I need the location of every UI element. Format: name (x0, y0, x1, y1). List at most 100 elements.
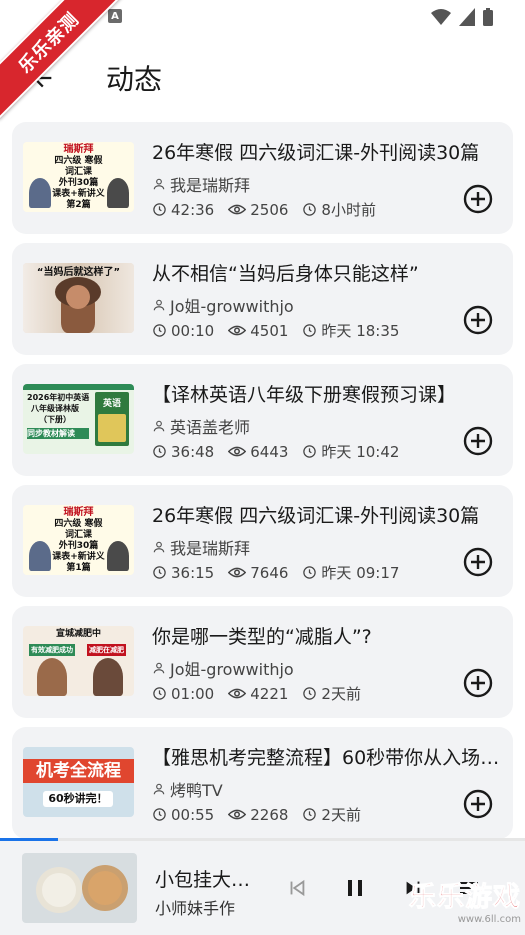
duration: 01:00 (171, 684, 215, 703)
author-name: Jo姐-growwithjo (170, 660, 294, 679)
thumb-text: 八年级译林版 (31, 404, 79, 413)
thumb-subtitle: 60秒讲完！ (43, 791, 113, 807)
add-button[interactable] (463, 789, 493, 819)
wifi-icon (431, 9, 451, 25)
feed-card[interactable]: 宣城减肥中 有效减肥成功 减肥在减肥 你是哪一类型的“减脂人”? Jo姐-gro… (12, 606, 513, 718)
feed-card[interactable]: 2026年初中英语 八年级译林版 （下册） 同步教材解读 英语 【译林英语八年级… (12, 364, 513, 476)
author[interactable]: 我是瑞斯拜 (152, 535, 250, 559)
author-name: 我是瑞斯拜 (170, 539, 251, 558)
status-right-icons (431, 8, 493, 26)
view-count: 2506 (250, 200, 289, 219)
video-thumbnail[interactable]: “当妈后就这样了” (23, 263, 134, 333)
video-meta: 01:00 4221 2天前 (152, 683, 375, 704)
video-thumbnail[interactable]: 2026年初中英语 八年级译林版 （下册） 同步教材解读 英语 (23, 384, 134, 454)
pause-button[interactable] (338, 871, 372, 905)
duration: 36:15 (171, 563, 215, 582)
video-title[interactable]: 【雅思机考完整流程】60秒带你从入场到离场 (152, 743, 502, 770)
player-thumbnail[interactable] (22, 853, 137, 923)
thumb-person (93, 658, 123, 696)
video-title[interactable]: 26年寒假 四六级词汇课-外刊阅读30篇 (152, 138, 502, 165)
thumb-person (37, 658, 67, 696)
video-thumbnail[interactable]: 瑞斯拜 四六级 寒假 词汇课 外刊30篇 课表+新讲义 第1篇 (23, 505, 134, 575)
add-button[interactable] (463, 668, 493, 698)
thumb-person (107, 178, 129, 208)
add-circle-icon (463, 426, 493, 456)
header: 动态 (0, 50, 525, 106)
view-count: 6443 (250, 442, 289, 461)
eye-icon (228, 446, 247, 457)
view-count: 4501 (250, 321, 289, 340)
author-name: Jo姐-growwithjo (170, 297, 294, 316)
thumb-label-left: 有效减肥成功 (29, 644, 75, 656)
watermark-url: www.6ll.com (457, 914, 521, 925)
person-icon (153, 662, 165, 674)
add-button[interactable] (463, 305, 493, 335)
clock-icon (153, 324, 166, 337)
thumb-flower-1 (42, 873, 76, 907)
mini-player[interactable]: 小包挂大… 小师妹手作 乐乐游戏 www.6ll.com (0, 841, 525, 935)
thumb-text: 词汇课 (64, 530, 92, 540)
eye-icon (228, 688, 247, 699)
feed-card[interactable]: 瑞斯拜 四六级 寒假 词汇课 外刊30篇 课表+新讲义 第1篇 26年寒假 四六… (12, 485, 513, 597)
publish-time: 昨天 10:42 (321, 443, 400, 461)
thumb-label-right: 减肥在减肥 (87, 644, 126, 656)
author[interactable]: 英语盖老师 (152, 414, 250, 438)
view-count: 7646 (250, 563, 289, 582)
previous-button[interactable] (280, 871, 314, 905)
author[interactable]: Jo姐-growwithjo (152, 293, 294, 317)
history-icon (303, 566, 317, 579)
author[interactable]: 我是瑞斯拜 (152, 172, 250, 196)
view-count: 2268 (250, 805, 289, 824)
thumb-text: 瑞斯拜 (63, 507, 94, 518)
thumb-text: 同步教材解读 (27, 428, 89, 439)
video-title[interactable]: 你是哪一类型的“减脂人”? (152, 622, 502, 649)
add-button[interactable] (463, 426, 493, 456)
eye-icon (228, 809, 247, 820)
person-icon (153, 299, 165, 311)
publish-time: 昨天 18:35 (321, 322, 400, 340)
add-circle-icon (463, 668, 493, 698)
feed-list: 瑞斯拜 四六级 寒假 词汇课 外刊30篇 课表+新讲义 第2篇 26年寒假 四六… (12, 122, 513, 848)
thumb-person (29, 178, 51, 208)
author[interactable]: 烤鸭TV (152, 777, 223, 801)
history-icon (303, 808, 317, 821)
thumb-text: 词汇课 (64, 167, 92, 177)
thumb-book-title: 英语 (102, 399, 121, 409)
thumb-book: 英语 (95, 392, 129, 446)
author[interactable]: Jo姐-growwithjo (152, 656, 294, 680)
feed-card[interactable]: 瑞斯拜 四六级 寒假 词汇课 外刊30篇 课表+新讲义 第2篇 26年寒假 四六… (12, 122, 513, 234)
history-icon (303, 324, 317, 337)
watermark: 乐乐游戏 www.6ll.com (400, 875, 525, 935)
video-title[interactable]: 26年寒假 四六级词汇课-外刊阅读30篇 (152, 501, 502, 528)
page-title: 动态 (106, 63, 163, 96)
clock-icon (153, 566, 166, 579)
feed-card[interactable]: 机考全流程 60秒讲完！ 【雅思机考完整流程】60秒带你从入场到离场 烤鸭TV … (12, 727, 513, 839)
add-circle-icon (463, 789, 493, 819)
add-button[interactable] (463, 547, 493, 577)
thumb-text: 宣城减肥中 (55, 629, 101, 639)
eye-icon (228, 567, 247, 578)
author-name: 英语盖老师 (170, 418, 251, 437)
video-thumbnail[interactable]: 宣城减肥中 有效减肥成功 减肥在减肥 (23, 626, 134, 696)
publish-time: 昨天 09:17 (321, 564, 400, 582)
thumb-text: 四六级 寒假 (54, 156, 103, 166)
view-count: 4221 (250, 684, 289, 703)
add-button[interactable] (463, 184, 493, 214)
publish-time: 2天前 (321, 685, 361, 703)
duration: 36:48 (171, 442, 215, 461)
video-meta: 36:15 7646 昨天 09:17 (152, 562, 413, 583)
video-title[interactable]: 从不相信“当妈后身体只能这样” (152, 259, 502, 286)
feed-card[interactable]: “当妈后就这样了” 从不相信“当妈后身体只能这样” Jo姐-growwithjo… (12, 243, 513, 355)
thumb-text: 2026年初中英语 (27, 393, 90, 402)
video-thumbnail[interactable]: 机考全流程 60秒讲完！ (23, 747, 134, 817)
publish-time: 2天前 (321, 806, 361, 824)
thumb-text: 四六级 寒假 (54, 519, 103, 529)
author-name: 我是瑞斯拜 (170, 176, 251, 195)
video-meta: 36:48 6443 昨天 10:42 (152, 441, 413, 462)
thumb-title: 机考全流程 (23, 759, 134, 783)
clock-icon (153, 445, 166, 458)
player-title[interactable]: 小包挂大… (155, 865, 250, 892)
video-meta: 00:55 2268 2天前 (152, 804, 375, 825)
video-thumbnail[interactable]: 瑞斯拜 四六级 寒假 词汇课 外刊30篇 课表+新讲义 第2篇 (23, 142, 134, 212)
video-title[interactable]: 【译林英语八年级下册寒假预习课】 (152, 380, 502, 407)
